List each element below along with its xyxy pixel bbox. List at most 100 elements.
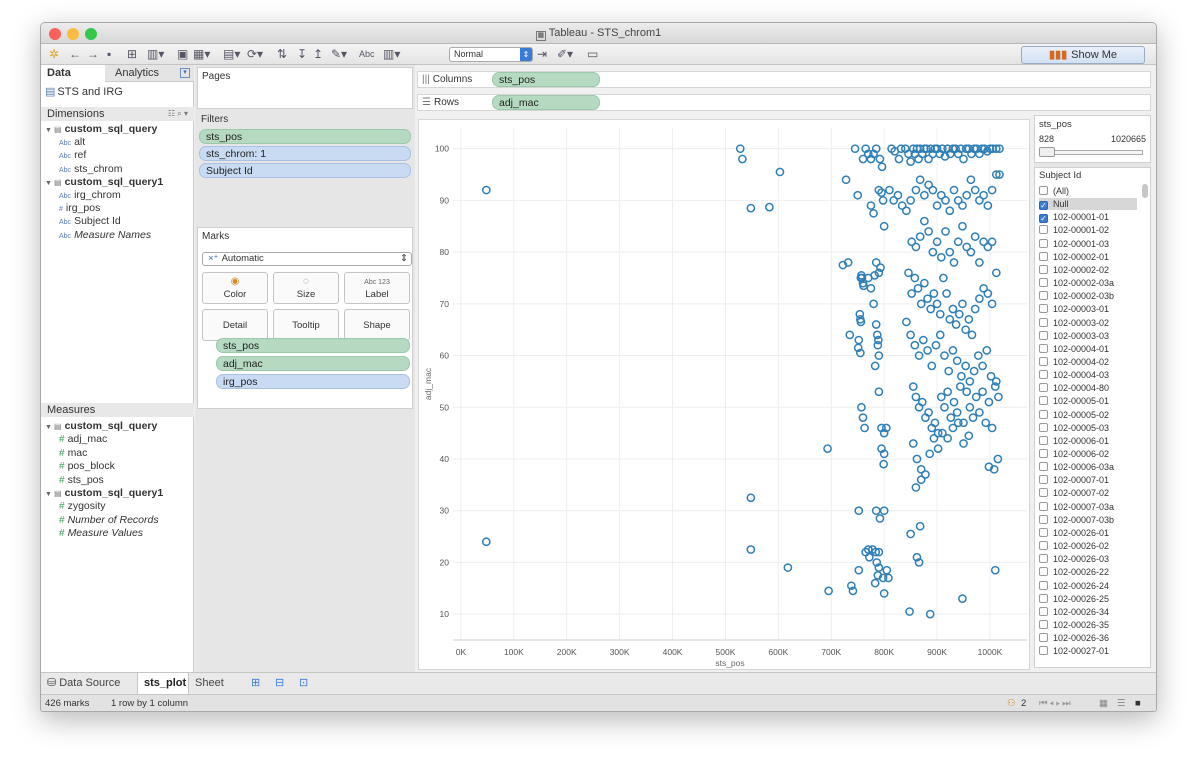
search-icon[interactable]: ☷ ⌕ ▾: [168, 107, 188, 121]
columns-pill[interactable]: sts_pos: [492, 72, 600, 87]
scatter-point[interactable]: [783, 563, 793, 572]
scatter-point[interactable]: [908, 382, 918, 391]
measure-group[interactable]: ▼ ▤ custom_sql_query: [45, 420, 157, 432]
measure-field[interactable]: # mac: [59, 447, 87, 459]
checkbox[interactable]: [1039, 475, 1048, 485]
scatter-point[interactable]: [869, 208, 878, 218]
dimension-field[interactable]: # irg_pos: [59, 202, 100, 214]
scatter-point[interactable]: [853, 190, 863, 200]
scatter-point[interactable]: [913, 283, 923, 293]
checkbox[interactable]: [1039, 238, 1048, 248]
rows-shelf[interactable]: ☰ Rows adj_mac: [417, 94, 1151, 111]
scatter-point[interactable]: [916, 475, 926, 485]
scatter-point[interactable]: [962, 387, 972, 397]
scatter-point[interactable]: [959, 154, 968, 164]
expand-triangle-icon[interactable]: ▼: [45, 491, 54, 498]
scatter-point[interactable]: [920, 216, 929, 226]
checkbox[interactable]: [1039, 646, 1048, 656]
scatter-point[interactable]: [952, 408, 962, 417]
scatter-point[interactable]: [944, 366, 954, 376]
scatter-point[interactable]: [481, 537, 491, 547]
size-mark-button[interactable]: ◌ Size: [273, 272, 339, 304]
scatter-point[interactable]: [952, 356, 962, 366]
scatter-point[interactable]: [979, 190, 988, 200]
scatter-point[interactable]: [926, 304, 936, 314]
forward-arrow-icon[interactable]: →: [87, 47, 99, 62]
scatter-point[interactable]: [962, 190, 972, 200]
checkbox[interactable]: [1039, 554, 1048, 564]
subject-item[interactable]: 102-00004-80: [1039, 382, 1109, 394]
scatter-point[interactable]: [870, 578, 880, 588]
scatter-point[interactable]: [929, 433, 939, 443]
scatter-point[interactable]: [915, 175, 925, 185]
scatter-point[interactable]: [902, 317, 911, 327]
checkbox[interactable]: [1039, 619, 1048, 629]
scatter-point[interactable]: [874, 387, 884, 397]
scatter-point[interactable]: [906, 330, 915, 340]
sort-ascending-icon[interactable]: ↧: [297, 47, 307, 62]
scatter-point[interactable]: [943, 387, 952, 397]
expand-triangle-icon[interactable]: ▼: [45, 180, 54, 187]
measure-field[interactable]: # pos_block: [59, 460, 115, 472]
scatter-point[interactable]: [906, 529, 915, 539]
filter-pill[interactable]: sts_chrom: 1: [199, 146, 411, 161]
scatter-point[interactable]: [907, 289, 917, 298]
measure-field[interactable]: # Measure Values: [59, 527, 143, 539]
show-mark-labels-button[interactable]: Abc: [359, 47, 375, 62]
scatter-point[interactable]: [975, 258, 984, 267]
checkbox[interactable]: [1039, 251, 1048, 261]
scatter-point[interactable]: [948, 346, 958, 355]
new-dashboard-icon[interactable]: ⊟: [269, 673, 290, 694]
scatter-point[interactable]: [953, 418, 963, 428]
minimize-pane-icon[interactable]: ▾: [180, 68, 190, 78]
scatter-point[interactable]: [975, 294, 984, 304]
scatter-point[interactable]: [915, 521, 925, 531]
detail-mark-button[interactable]: Detail: [202, 309, 268, 341]
scatter-point[interactable]: [858, 413, 868, 422]
scatter-point[interactable]: [910, 273, 920, 283]
scatter-point[interactable]: [911, 392, 921, 402]
scatter-point[interactable]: [906, 157, 915, 166]
checkbox[interactable]: [1039, 527, 1048, 537]
subject-list-scrollbar[interactable]: [1142, 182, 1148, 662]
subject-item[interactable]: 102-00002-01: [1039, 251, 1109, 263]
scatter-point[interactable]: [873, 340, 883, 350]
tab-data[interactable]: Data: [41, 65, 105, 83]
scatter-point[interactable]: [939, 273, 948, 283]
scatter-point[interactable]: [964, 315, 974, 324]
scatter-point[interactable]: [953, 237, 963, 247]
dimension-group[interactable]: ▼ ▤ custom_sql_query: [45, 123, 157, 135]
scatter-point[interactable]: [920, 190, 929, 200]
subject-item[interactable]: 102-00002-02: [1039, 264, 1109, 276]
scatter-point[interactable]: [945, 206, 955, 216]
scatter-point[interactable]: [971, 392, 981, 402]
checkbox[interactable]: [1039, 462, 1048, 472]
checkbox[interactable]: [1039, 291, 1048, 301]
scatter-point[interactable]: [902, 206, 911, 216]
scatter-point[interactable]: [966, 175, 976, 185]
dimension-field[interactable]: Abc Measure Names: [59, 229, 151, 241]
range-slider-track[interactable]: [1041, 150, 1143, 155]
scatter-point[interactable]: [481, 185, 491, 195]
sheet-navigation-icon[interactable]: ⏮◂▸⏭: [1039, 695, 1073, 711]
subject-item[interactable]: 102-00001-03: [1039, 238, 1109, 250]
scatter-point[interactable]: [961, 325, 970, 335]
marks-pill[interactable]: sts_pos: [216, 338, 410, 353]
scatter-point[interactable]: [955, 382, 965, 391]
scatter-point[interactable]: [924, 227, 933, 236]
subject-item[interactable]: 102-00003-02: [1039, 317, 1109, 329]
scatter-point[interactable]: [942, 289, 951, 298]
scatter-point[interactable]: [948, 304, 958, 314]
scatter-point[interactable]: [929, 289, 939, 298]
scatter-point[interactable]: [965, 377, 975, 386]
subject-item[interactable]: 102-00003-03: [1039, 330, 1109, 342]
expand-triangle-icon[interactable]: ▼: [45, 127, 54, 134]
scatter-point[interactable]: [982, 346, 992, 355]
filmstrip-view-icon[interactable]: ▦: [1099, 695, 1108, 711]
subject-item[interactable]: 102-00005-02: [1039, 409, 1109, 421]
grid-view-icon[interactable]: ■: [1135, 695, 1141, 711]
checkbox[interactable]: [1039, 225, 1048, 235]
scatter-point[interactable]: [933, 444, 943, 453]
scatter-point[interactable]: [970, 304, 980, 314]
subject-item[interactable]: 102-00007-03b: [1039, 514, 1114, 526]
